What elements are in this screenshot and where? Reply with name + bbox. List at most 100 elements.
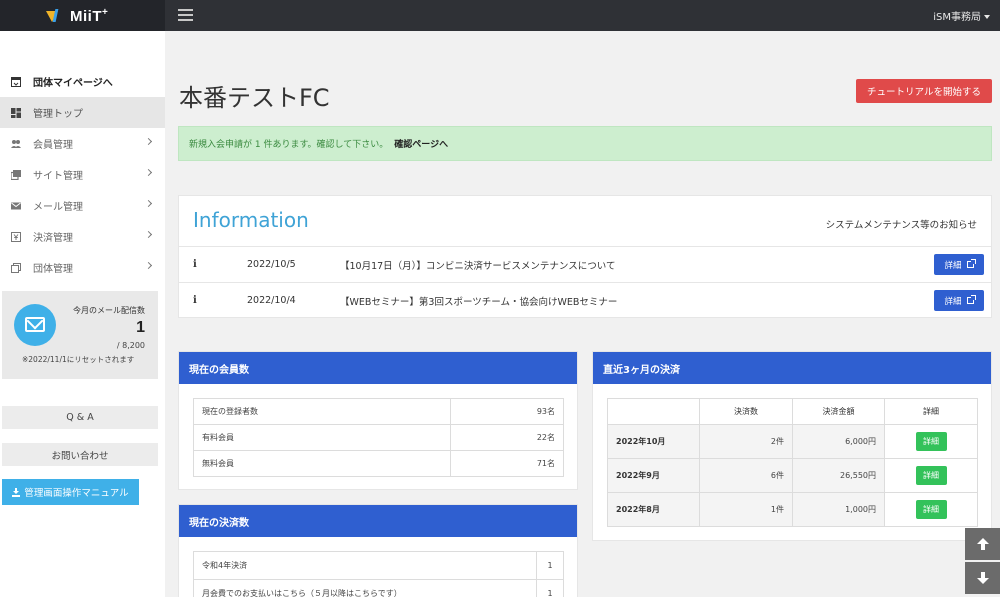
members-panel-title: 現在の会員数: [179, 352, 577, 384]
users-icon: [11, 139, 21, 148]
external-link-icon: [966, 259, 976, 268]
sidebar-item-members[interactable]: 会員管理: [0, 128, 165, 159]
table-cell: 有料会員: [193, 424, 451, 451]
table-header: 詳細: [884, 398, 978, 425]
recent-detail-button[interactable]: 詳細: [915, 500, 947, 519]
arrow-up-icon: [976, 538, 989, 550]
information-row: i 2022/10/4 【WEBセミナー】第3回スポーツチーム・協会向けWEBセ…: [179, 282, 991, 318]
scroll-bottom-button[interactable]: [965, 562, 1000, 594]
table-cell: 1: [536, 579, 564, 597]
sidebar-item-site[interactable]: サイト管理: [0, 159, 165, 190]
manual-download-button[interactable]: 管理画面操作マニュアル: [2, 479, 139, 505]
information-detail-button[interactable]: 詳細: [934, 254, 984, 275]
payments-panel-title: 現在の決済数: [179, 505, 577, 537]
user-menu[interactable]: iSM事務局: [933, 8, 990, 23]
information-text: 【WEBセミナー】第3回スポーツチーム・協会向けWEBセミナー: [340, 296, 618, 308]
table-cell: 2件: [699, 424, 793, 459]
arrow-down-icon: [976, 572, 989, 584]
payments-table: 令和4年決済 1 月会費でのお支払いはこちら（５月以降はこちらです） 1: [193, 551, 564, 597]
table-cell: 22名: [450, 424, 564, 451]
external-page-icon: [11, 76, 21, 87]
table-cell: 詳細: [884, 424, 978, 459]
download-icon: [12, 487, 21, 497]
table-cell: 無料会員: [193, 450, 451, 477]
scroll-top-button[interactable]: [965, 528, 1000, 560]
table-cell: 月会費でのお支払いはこちら（５月以降はこちらです）: [193, 579, 537, 597]
table-cell: 1,000円: [792, 492, 885, 527]
sidebar-item-label: メール管理: [33, 202, 83, 213]
table-cell: 詳細: [884, 458, 978, 493]
caret-down-icon: [984, 15, 990, 19]
table-row: 現在の登録者数 93名: [193, 398, 564, 425]
sidebar-item-mail[interactable]: メール管理: [0, 190, 165, 221]
information-date: 2022/10/5: [247, 259, 296, 270]
detail-label: 詳細: [944, 296, 962, 307]
sidebar-item-label: 管理トップ: [33, 109, 83, 120]
members-panel: 現在の会員数 現在の登録者数 93名 有料会員 22名 無料会員 71名: [178, 351, 578, 490]
chevron-right-icon: [144, 168, 153, 177]
table-cell: 6件: [699, 458, 793, 493]
mail-icon: [11, 202, 21, 209]
table-header: 決済金額: [792, 398, 885, 425]
sidebar-item-dashboard[interactable]: 管理トップ: [0, 97, 165, 128]
table-cell: 6,000円: [792, 424, 885, 459]
payments-panel: 現在の決済数 令和4年決済 1 月会費でのお支払いはこちら（５月以降はこちらです）…: [178, 504, 578, 597]
sidebar-item-label: サイト管理: [33, 171, 83, 182]
dashboard-icon: [11, 107, 21, 118]
table-header-row: 決済数 決済金額 詳細: [607, 398, 978, 425]
confirm-page-link[interactable]: 確認ページへ: [394, 137, 448, 150]
mail-stats-reset-note: ※2022/11/1にリセットされます: [22, 355, 135, 364]
info-icon: i: [193, 259, 197, 270]
menu-toggle-icon[interactable]: [178, 9, 193, 21]
table-cell: 93名: [450, 398, 564, 425]
organization-icon: [11, 262, 21, 273]
recent-payments-panel-title: 直近3ヶ月の決済: [593, 352, 991, 384]
table-cell: 現在の登録者数: [193, 398, 451, 425]
sidebar-item-mypage[interactable]: 団体マイページへ: [0, 66, 165, 97]
table-row: 令和4年決済 1: [193, 551, 564, 580]
start-tutorial-button[interactable]: チュートリアルを開始する: [856, 79, 992, 103]
external-link-icon: [966, 295, 976, 304]
recent-detail-button[interactable]: 詳細: [915, 432, 947, 451]
logo[interactable]: MiiT+: [0, 0, 165, 31]
table-header: [607, 398, 700, 425]
information-detail-button[interactable]: 詳細: [934, 290, 984, 311]
contact-button[interactable]: お問い合わせ: [2, 443, 158, 466]
chevron-right-icon: [144, 199, 153, 208]
chevron-right-icon: [144, 137, 153, 146]
information-card: Information システムメンテナンス等のお知らせ i 2022/10/5…: [178, 195, 992, 318]
table-cell: 1: [536, 551, 564, 580]
mail-stats-label: 今月のメール配信数: [73, 306, 145, 315]
mail-stats-count: 1: [136, 319, 145, 336]
user-name: iSM事務局: [933, 12, 981, 23]
qa-button[interactable]: Q & A: [2, 406, 158, 429]
information-row: i 2022/10/5 【10月17日（月）】コンビニ決済サービスメンテナンスに…: [179, 246, 991, 282]
members-table: 現在の登録者数 93名 有料会員 22名 無料会員 71名: [193, 398, 564, 477]
information-subtitle: システムメンテナンス等のお知らせ: [825, 220, 977, 231]
sidebar-item-label: 団体管理: [33, 264, 73, 275]
detail-label: 詳細: [944, 260, 962, 271]
page-title: 本番テストFC: [179, 84, 330, 112]
table-cell: 2022年10月: [607, 424, 700, 459]
mail-stats-box: 今月のメール配信数 1 / 8,200 ※2022/11/1にリセットされます: [2, 291, 158, 379]
sidebar-item-organization[interactable]: 団体管理: [0, 252, 165, 283]
table-cell: 71名: [450, 450, 564, 477]
logo-text: MiiT+: [70, 6, 109, 25]
table-row: 2022年8月 1件 1,000円 詳細: [607, 492, 978, 527]
sidebar-item-payment[interactable]: 決済管理: [0, 221, 165, 252]
info-icon: i: [193, 295, 197, 306]
envelope-icon: [14, 304, 56, 346]
recent-detail-button[interactable]: 詳細: [915, 466, 947, 485]
table-cell: 令和4年決済: [193, 551, 537, 580]
manual-download-label: 管理画面操作マニュアル: [24, 488, 129, 499]
information-title: Information: [193, 208, 309, 232]
table-row: 2022年10月 2件 6,000円 詳細: [607, 424, 978, 459]
information-date: 2022/10/4: [247, 295, 296, 306]
table-header: 決済数: [699, 398, 793, 425]
table-cell: 詳細: [884, 492, 978, 527]
sidebar-item-label: 決済管理: [33, 233, 73, 244]
chevron-right-icon: [144, 261, 153, 270]
table-cell: 2022年8月: [607, 492, 700, 527]
alert-text: 新規入会申請が 1 件あります。確認して下さい。: [189, 140, 389, 150]
site-icon: [11, 169, 21, 180]
